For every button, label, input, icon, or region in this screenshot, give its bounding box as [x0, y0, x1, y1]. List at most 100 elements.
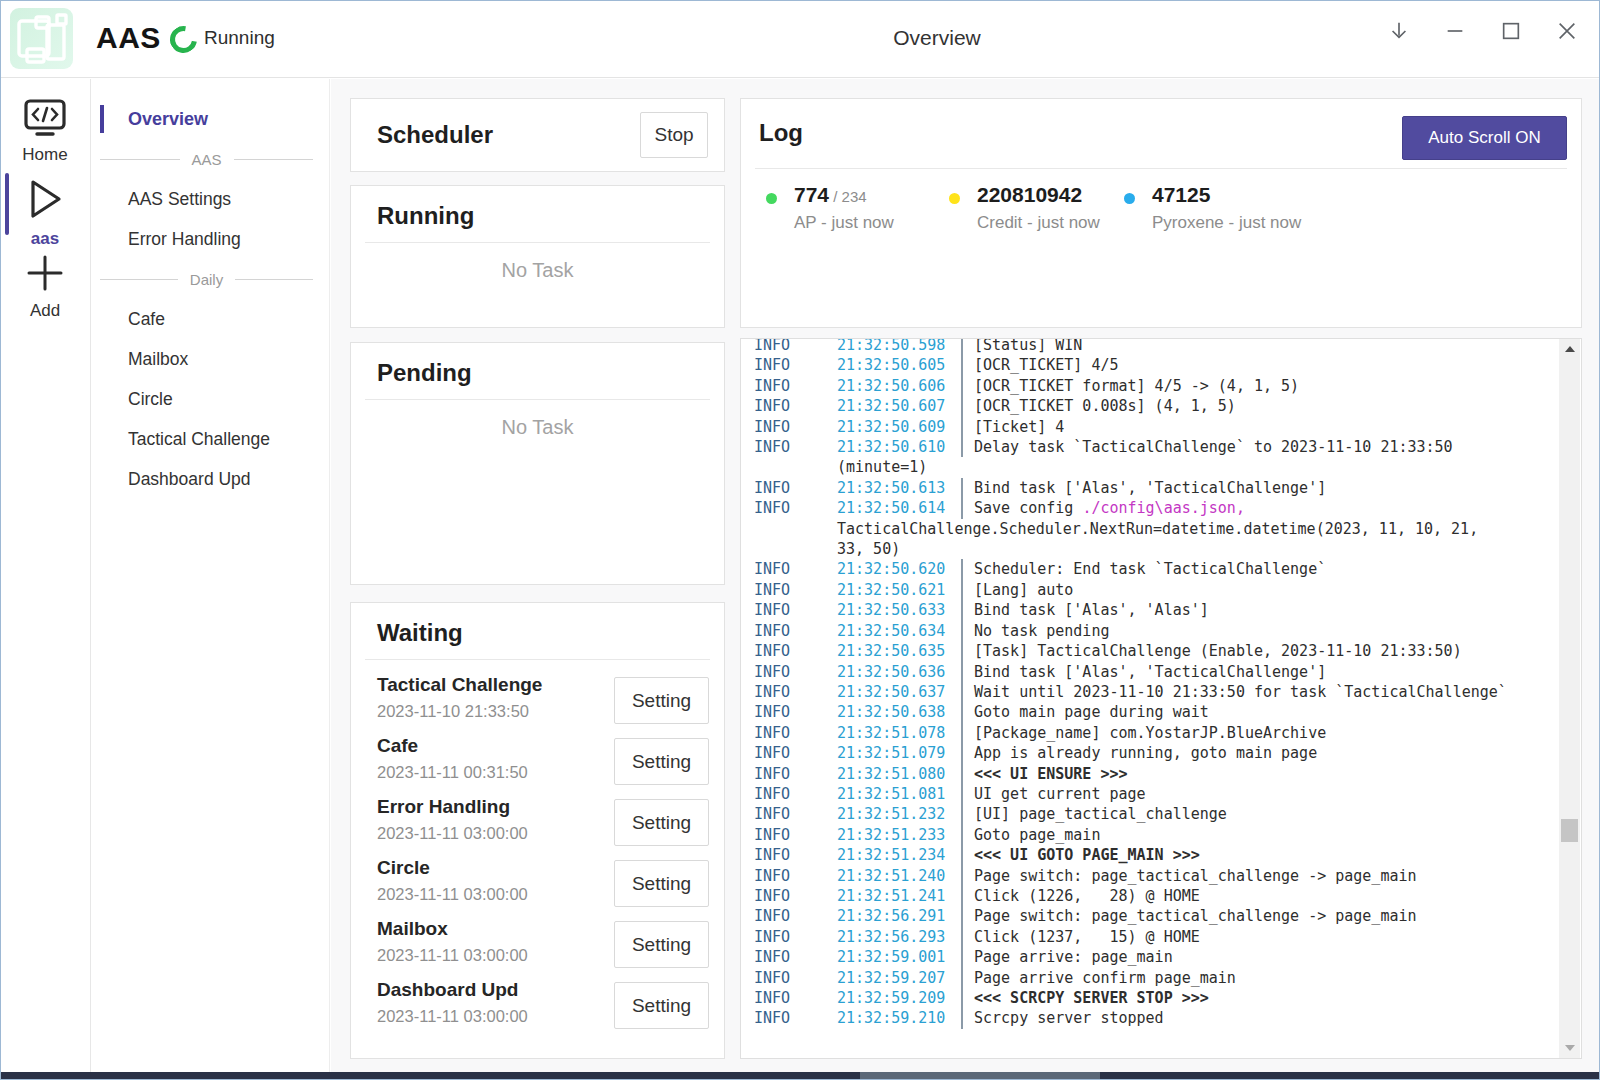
- play-icon: [21, 175, 69, 223]
- log-line: INFO21:32:50.607[OCR_TICKET 0.008s] (4, …: [754, 396, 1559, 416]
- log-line: INFO21:32:50.633Bind task ['Alas', 'Alas…: [754, 600, 1559, 620]
- task-next-run-time: 2023-11-10 21:33:50: [377, 702, 529, 721]
- task-name: Dashboard Upd: [377, 979, 518, 1001]
- stat-value: 774: [794, 183, 829, 206]
- log-scrollbar[interactable]: [1559, 339, 1580, 1058]
- close-button[interactable]: [1556, 20, 1578, 42]
- rail-item-aas[interactable]: aas: [0, 175, 90, 249]
- running-title: Running: [377, 202, 724, 230]
- log-line: TacticalChallenge.Scheduler.NextRun=date…: [754, 519, 1559, 539]
- log-line: INFO21:32:59.207Page arrive confirm page…: [754, 968, 1559, 988]
- log-line: INFO21:32:51.079App is already running, …: [754, 743, 1559, 763]
- sidebar-item-dashboard-upd[interactable]: Dashboard Upd: [92, 459, 329, 499]
- sidebar-item-tactical-challenge[interactable]: Tactical Challenge: [92, 419, 329, 459]
- stat-dot: [766, 193, 777, 204]
- stop-button[interactable]: Stop: [640, 112, 708, 158]
- waiting-task-tactical-challenge: Tactical Challenge 2023-11-10 21:33:50 Set…: [351, 670, 724, 731]
- waiting-task-dashboard-upd: Dashboard Upd 2023-11-11 03:00:00 Setting: [351, 975, 724, 1036]
- icon-rail: Home aas Add: [0, 79, 91, 1072]
- log-line: INFO21:32:51.232[UI] page_tactical_chall…: [754, 804, 1559, 824]
- waiting-card: Waiting Tactical Challenge 2023-11-10 21:…: [350, 602, 725, 1059]
- task-next-run-time: 2023-11-11 03:00:00: [377, 1007, 528, 1026]
- task-setting-button[interactable]: Setting: [614, 738, 709, 785]
- log-line: INFO21:32:51.080<<< UI ENSURE >>>: [754, 764, 1559, 784]
- code-monitor-icon: [21, 97, 69, 139]
- pending-card: Pending No Task: [350, 342, 725, 585]
- waiting-task-error-handling: Error Handling 2023-11-11 03:00:00 Setting: [351, 792, 724, 853]
- sidebar-item-circle[interactable]: Circle: [92, 379, 329, 419]
- log-line: INFO21:32:50.598[Status] WIN: [754, 338, 1559, 355]
- rail-item-home[interactable]: Home: [0, 97, 90, 165]
- pending-title: Pending: [377, 359, 724, 387]
- waiting-task-cafe: Cafe 2023-11-11 00:31:50 Setting: [351, 731, 724, 792]
- sidebar-item-error-handling[interactable]: Error Handling: [92, 219, 329, 259]
- running-spinner-icon: [165, 21, 203, 59]
- log-line: INFO21:32:59.001Page arrive: page_main: [754, 947, 1559, 967]
- log-line: INFO21:32:50.614Save config ./config\aas…: [754, 498, 1559, 518]
- running-card: Running No Task: [350, 185, 725, 328]
- log-card: Log Auto Scroll ON 774 / 234AP - just no…: [740, 98, 1582, 328]
- log-line: INFO21:32:51.234<<< UI GOTO PAGE_MAIN >>…: [754, 845, 1559, 865]
- task-next-run-time: 2023-11-11 03:00:00: [377, 824, 528, 843]
- log-line: INFO21:32:50.609[Ticket] 4: [754, 417, 1559, 437]
- divider: [365, 399, 710, 400]
- waiting-title: Waiting: [377, 619, 724, 647]
- sidebar-item-cafe[interactable]: Cafe: [92, 299, 329, 339]
- status-text: Running: [204, 0, 275, 76]
- log-line: INFO21:32:50.606[OCR_TICKET format] 4/5 …: [754, 376, 1559, 396]
- divider: [365, 659, 710, 660]
- log-line: INFO21:32:50.610Delay task `TacticalChal…: [754, 437, 1559, 457]
- side-nav: OverviewAASAAS SettingsError HandlingDai…: [92, 79, 330, 1072]
- task-name: Cafe: [377, 735, 418, 757]
- nav-section-divider-daily: Daily: [92, 259, 329, 299]
- task-name: Tactical Challenge: [377, 674, 542, 696]
- sidebar-item-overview[interactable]: Overview: [92, 99, 329, 139]
- task-name: Error Handling: [377, 796, 510, 818]
- sidebar-item-mailbox[interactable]: Mailbox: [92, 339, 329, 379]
- log-line: INFO21:32:56.291Page switch: page_tactic…: [754, 906, 1559, 926]
- stat-dot: [949, 193, 960, 204]
- minimize-button[interactable]: [1444, 20, 1466, 42]
- task-setting-button[interactable]: Setting: [614, 982, 709, 1029]
- titlebar: AAS Running Overview: [0, 0, 1600, 78]
- scrollbar-down-arrow[interactable]: [1559, 1038, 1580, 1058]
- stat-suffix: / 234: [829, 188, 867, 205]
- log-line: INFO21:32:59.210Scrcpy server stopped: [754, 1008, 1559, 1028]
- log-line: INFO21:32:59.209<<< SCRCPY SERVER STOP >…: [754, 988, 1559, 1008]
- maximize-button[interactable]: [1500, 20, 1522, 42]
- download-button[interactable]: [1388, 20, 1410, 42]
- log-line: INFO21:32:50.621[Lang] auto: [754, 580, 1559, 600]
- task-setting-button[interactable]: Setting: [614, 799, 709, 846]
- log-title: Log: [759, 119, 803, 147]
- task-setting-button[interactable]: Setting: [614, 677, 709, 724]
- app-name: AAS: [96, 0, 161, 76]
- divider: [365, 242, 710, 243]
- stat-label: Credit - just now: [977, 213, 1100, 233]
- log-line: INFO21:32:51.081UI get current page: [754, 784, 1559, 804]
- log-line: INFO21:32:51.240Page switch: page_tactic…: [754, 866, 1559, 886]
- stat-dot: [1124, 193, 1135, 204]
- task-setting-button[interactable]: Setting: [614, 921, 709, 968]
- sidebar-item-aas-settings[interactable]: AAS Settings: [92, 179, 329, 219]
- log-lines: INFO21:32:50.598[Status] WIN INFO21:32:50…: [754, 338, 1559, 1029]
- rail-item-add[interactable]: Add: [0, 251, 90, 321]
- scrollbar-thumb[interactable]: [1561, 819, 1578, 842]
- stat-value: 47125: [1152, 183, 1210, 206]
- running-empty-text: No Task: [351, 259, 724, 282]
- task-setting-button[interactable]: Setting: [614, 860, 709, 907]
- divider: [755, 168, 1567, 169]
- auto-scroll-button[interactable]: Auto Scroll ON: [1402, 116, 1567, 160]
- scrollbar-up-arrow[interactable]: [1559, 339, 1580, 359]
- log-line: INFO21:32:51.241Click (1226, 28) @ HOME: [754, 886, 1559, 906]
- log-console: INFO21:32:50.598[Status] WIN INFO21:32:50…: [740, 338, 1582, 1059]
- log-line: INFO21:32:50.635[Task] TacticalChallenge…: [754, 641, 1559, 661]
- task-next-run-time: 2023-11-11 00:31:50: [377, 763, 528, 782]
- log-line: INFO21:32:56.293Click (1237, 15) @ HOME: [754, 927, 1559, 947]
- log-line: INFO21:32:50.637Wait until 2023-11-10 21…: [754, 682, 1559, 702]
- stat-label: Pyroxene - just now: [1152, 213, 1301, 233]
- log-line: INFO21:32:50.634No task pending: [754, 621, 1559, 641]
- task-name: Circle: [377, 857, 430, 879]
- window-controls: [1388, 0, 1578, 62]
- task-next-run-time: 2023-11-11 03:00:00: [377, 885, 528, 904]
- task-next-run-time: 2023-11-11 03:00:00: [377, 946, 528, 965]
